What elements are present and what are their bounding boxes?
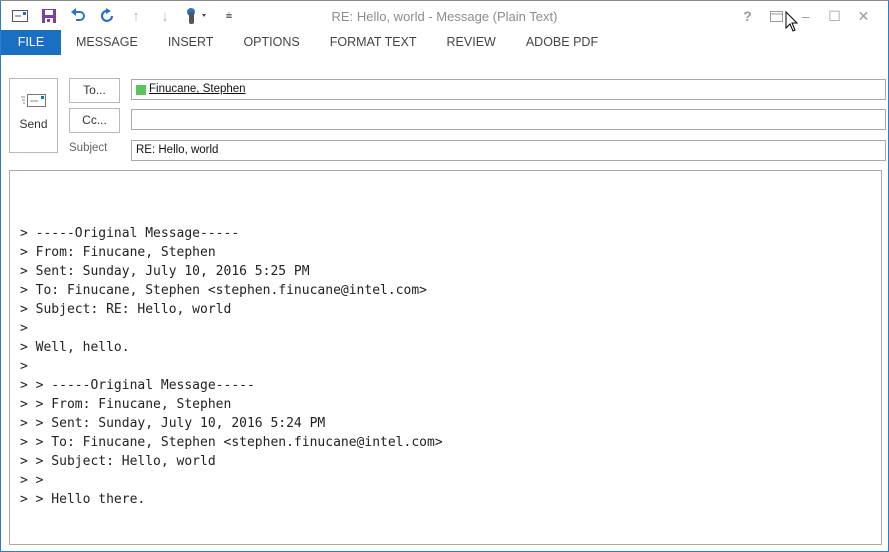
mouse-pointer-icon bbox=[785, 10, 799, 38]
recipient-name: Finucane, Stephen bbox=[149, 83, 246, 95]
send-button[interactable]: Send bbox=[9, 78, 58, 153]
cc-field[interactable] bbox=[131, 109, 886, 130]
to-button[interactable]: To... bbox=[69, 78, 120, 103]
presence-indicator-icon bbox=[136, 84, 146, 95]
tab-review[interactable]: REVIEW bbox=[432, 30, 511, 55]
tab-insert[interactable]: INSERT bbox=[153, 30, 229, 55]
compose-header: Send To... Cc... Subject Finucane, Steph… bbox=[1, 55, 888, 167]
tab-message[interactable]: MESSAGE bbox=[61, 30, 153, 55]
subject-field[interactable]: RE: Hello, world bbox=[131, 140, 886, 161]
title-bar: ↑ ↓ ⩧ RE: Hello, world - Message (Plain … bbox=[1, 1, 888, 31]
ribbon-tabs: FILE MESSAGE INSERT OPTIONS FORMAT TEXT … bbox=[1, 30, 888, 55]
tab-adobe-pdf[interactable]: ADOBE PDF bbox=[511, 30, 613, 55]
cc-button[interactable]: Cc... bbox=[69, 108, 120, 133]
subject-label: Subject bbox=[69, 142, 108, 154]
message-body-text: > -----Original Message----- > From: Fin… bbox=[20, 226, 443, 507]
message-body-editor[interactable]: > -----Original Message----- > From: Fin… bbox=[9, 170, 882, 545]
send-envelope-icon bbox=[20, 94, 47, 108]
tab-options[interactable]: OPTIONS bbox=[228, 30, 314, 55]
tab-format-text[interactable]: FORMAT TEXT bbox=[315, 30, 432, 55]
outlook-message-window: ↑ ↓ ⩧ RE: Hello, world - Message (Plain … bbox=[0, 0, 889, 552]
close-icon[interactable]: ✕ bbox=[849, 6, 878, 26]
window-controls: ? – ☐ ✕ bbox=[733, 6, 878, 26]
help-icon[interactable]: ? bbox=[733, 6, 762, 26]
recipient-chip[interactable]: Finucane, Stephen bbox=[136, 80, 246, 99]
maximize-icon[interactable]: ☐ bbox=[820, 6, 849, 26]
tab-file[interactable]: FILE bbox=[1, 30, 61, 55]
to-field[interactable]: Finucane, Stephen bbox=[131, 79, 886, 100]
send-label: Send bbox=[19, 117, 48, 131]
